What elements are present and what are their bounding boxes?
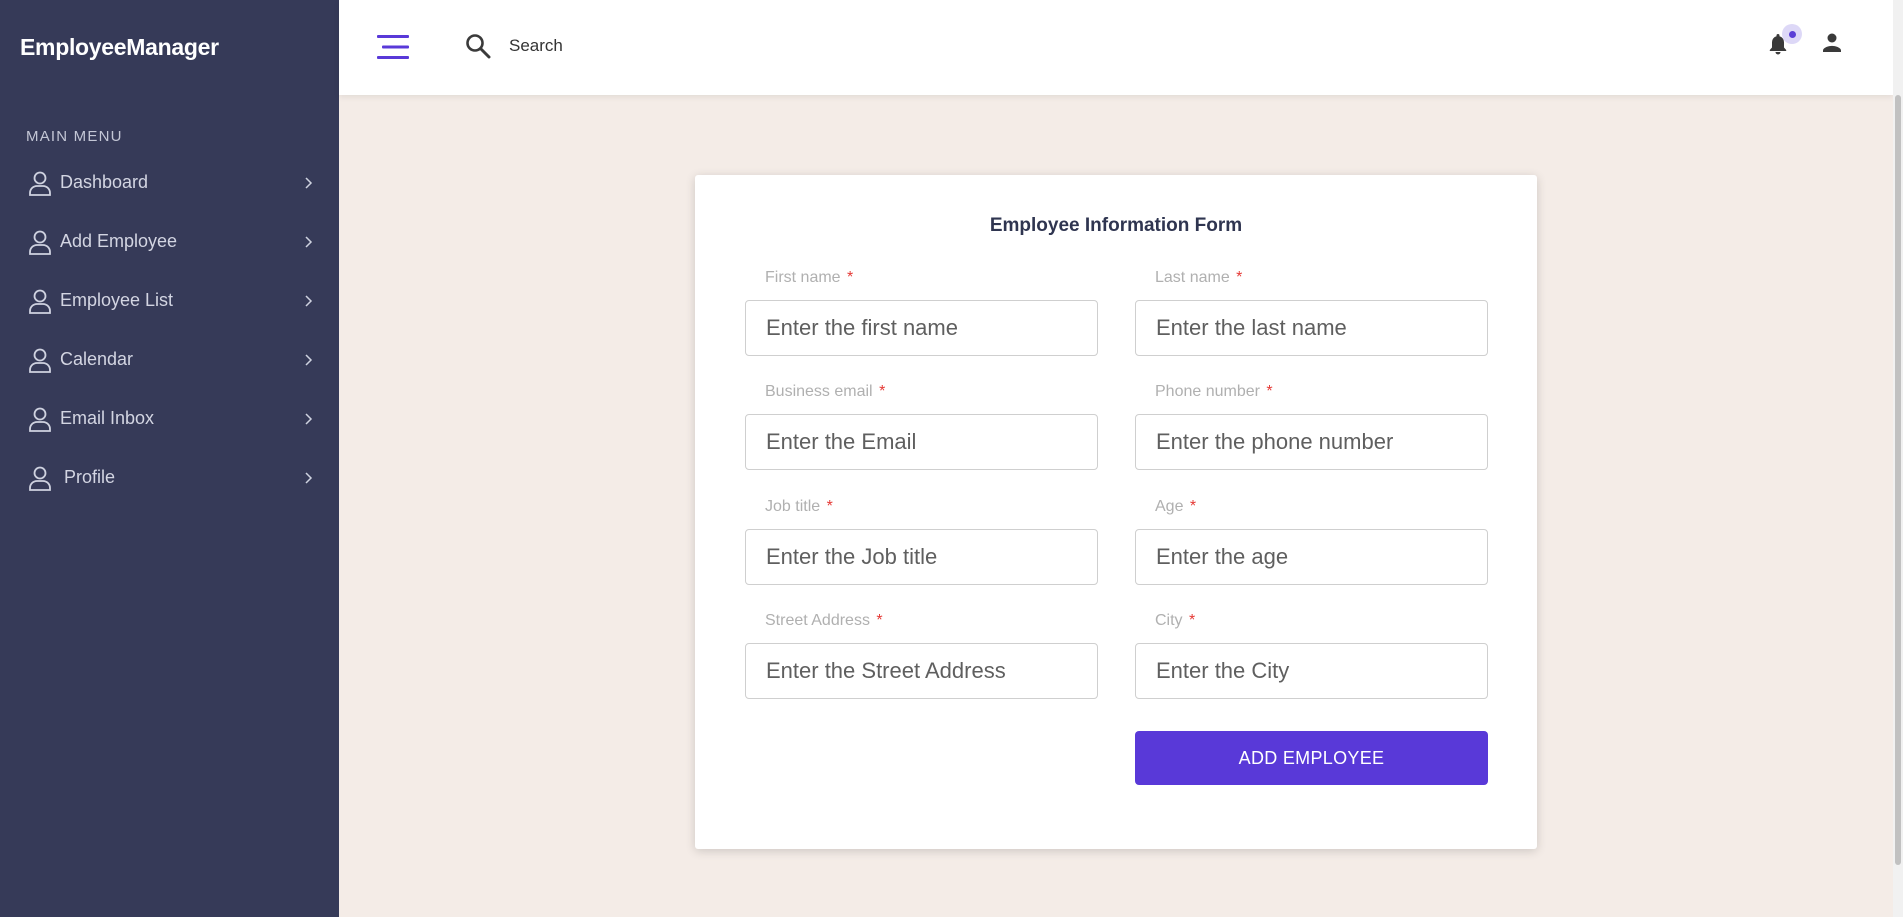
scrollbar-thumb[interactable] [1895, 95, 1901, 865]
notification-badge [1782, 24, 1802, 44]
field-label: Job title * [745, 498, 1098, 518]
sidebar-item-email-inbox[interactable]: Email Inbox [0, 389, 339, 448]
chevron-right-icon [305, 176, 313, 189]
sidebar-item-label: Email Inbox [60, 408, 155, 428]
search-input[interactable] [509, 32, 809, 60]
required-marker: * [847, 269, 854, 286]
chevron-right-icon [305, 294, 313, 307]
required-marker: * [1189, 612, 1196, 629]
field-label: Phone number * [1135, 383, 1488, 403]
chevron-right-icon [305, 235, 313, 248]
field-label-text: Last name [1155, 269, 1230, 286]
user-icon [29, 348, 51, 373]
sidebar-item-dashboard[interactable]: Dashboard [0, 153, 339, 212]
first-name-field: First name * [745, 269, 1098, 356]
page-scrollbar[interactable] [1893, 0, 1903, 917]
sidebar-item-label: Add Employee [60, 231, 178, 251]
street-address-field: Street Address * [745, 612, 1098, 699]
search-icon[interactable] [465, 33, 491, 59]
sidebar-item-employee-list[interactable]: Employee List [0, 271, 339, 330]
chevron-right-icon [305, 471, 313, 484]
sidebar-item-profile[interactable]: Profile [0, 448, 339, 507]
menu-icon[interactable] [377, 34, 409, 60]
field-label-text: City [1155, 612, 1183, 629]
field-label-text: Age [1155, 498, 1184, 515]
field-label-text: Street Address [765, 612, 870, 629]
first-name-input[interactable] [745, 300, 1098, 356]
required-marker: * [1236, 269, 1243, 286]
phone-number-input[interactable] [1135, 414, 1488, 470]
chevron-right-icon [305, 353, 313, 366]
required-marker: * [1189, 498, 1197, 515]
field-label-text: Business email [765, 383, 873, 400]
employee-form-card: Employee Information Form First name * L… [695, 175, 1537, 849]
main-menu-heading: MAIN MENU [26, 128, 123, 145]
person-icon[interactable] [1821, 31, 1843, 55]
form-title: Employee Information Form [989, 215, 1243, 236]
chevron-right-icon [305, 412, 313, 425]
sidebar-item-label: Employee List [60, 290, 174, 310]
field-label: First name * [745, 269, 1098, 289]
main-menu: Dashboard Add Employee Employee List Cal… [0, 153, 339, 507]
field-label: Age * [1135, 498, 1488, 518]
field-label-text: First name [765, 269, 841, 286]
city-input[interactable] [1135, 643, 1488, 699]
required-marker: * [879, 383, 886, 400]
field-label: Business email * [745, 383, 1098, 403]
top-header [339, 0, 1893, 95]
sidebar-item-label: Calendar [60, 349, 134, 369]
job-title-field: Job title * [745, 498, 1098, 585]
sidebar-item-add-employee[interactable]: Add Employee [0, 212, 339, 271]
sidebar-item-label: Profile [64, 467, 116, 487]
city-field: City * [1135, 612, 1488, 699]
sidebar-item-calendar[interactable]: Calendar [0, 330, 339, 389]
sidebar: EmployeeManager MAIN MENU Dashboard Add … [0, 0, 339, 917]
user-icon [29, 230, 51, 255]
user-icon [29, 466, 51, 491]
user-icon [29, 171, 51, 196]
business-email-input[interactable] [745, 414, 1098, 470]
job-title-input[interactable] [745, 529, 1098, 585]
last-name-field: Last name * [1135, 269, 1488, 356]
age-input[interactable] [1135, 529, 1488, 585]
required-marker: * [1266, 383, 1273, 400]
field-label: City * [1135, 612, 1488, 632]
add-employee-button[interactable]: ADD EMPLOYEE [1135, 731, 1488, 785]
last-name-input[interactable] [1135, 300, 1488, 356]
field-label-text: Job title [765, 498, 821, 515]
phone-number-field: Phone number * [1135, 383, 1488, 470]
business-email-field: Business email * [745, 383, 1098, 470]
user-icon [29, 407, 51, 432]
user-icon [29, 289, 51, 314]
street-address-input[interactable] [745, 643, 1098, 699]
required-marker: * [876, 612, 883, 629]
field-label-text: Phone number [1155, 383, 1260, 400]
sidebar-item-label: Dashboard [60, 172, 149, 192]
app-brand[interactable]: EmployeeManager [0, 0, 339, 95]
field-label: Street Address * [745, 612, 1098, 632]
field-label: Last name * [1135, 269, 1488, 289]
age-field: Age * [1135, 498, 1488, 585]
required-marker: * [826, 498, 833, 515]
